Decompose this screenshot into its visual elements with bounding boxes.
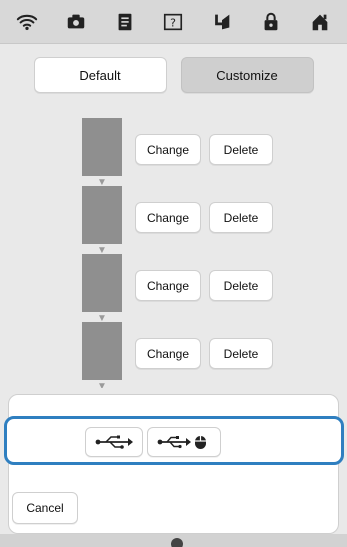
step-row: ▼ Change Delete <box>0 254 347 326</box>
delete-button[interactable]: Delete <box>209 202 273 233</box>
change-button[interactable]: Change <box>135 134 201 165</box>
thread-icon[interactable] <box>205 7 239 37</box>
wifi-icon[interactable] <box>10 7 44 37</box>
usb-button[interactable] <box>85 427 143 457</box>
delete-button[interactable]: Delete <box>209 338 273 369</box>
svg-text:?: ? <box>171 16 177 29</box>
document-icon[interactable] <box>108 7 142 37</box>
step-row: ▼ Change Delete <box>0 322 347 388</box>
usb-mouse-button[interactable] <box>147 427 221 457</box>
usb-selection-highlight <box>4 416 344 465</box>
top-toolbar: ? <box>0 0 347 44</box>
step-swatch <box>82 118 122 176</box>
mode-button-row: Default Customize <box>0 44 347 106</box>
customize-button[interactable]: Customize <box>180 57 314 93</box>
lock-icon[interactable] <box>254 7 288 37</box>
delete-button[interactable]: Delete <box>209 134 273 165</box>
step-list: ▼ Change Delete ▼ Change Delete ▼ Change… <box>0 118 347 388</box>
change-button[interactable]: Change <box>135 270 201 301</box>
camera-icon[interactable] <box>59 7 93 37</box>
down-arrow-icon: ▼ <box>97 381 107 389</box>
delete-button[interactable]: Delete <box>209 270 273 301</box>
home-icon[interactable] <box>303 7 337 37</box>
usb-mouse-icon <box>157 436 206 449</box>
screen: ? Default Customize ▼ Change Delete ▼ Ch… <box>0 0 347 547</box>
status-icon <box>171 538 183 547</box>
usb-icon <box>95 435 133 449</box>
default-button[interactable]: Default <box>33 57 167 93</box>
change-button[interactable]: Change <box>135 338 201 369</box>
cancel-button[interactable]: Cancel <box>12 492 78 524</box>
step-swatch <box>82 186 122 244</box>
change-button[interactable]: Change <box>135 202 201 233</box>
step-row: ▼ Change Delete <box>0 118 347 190</box>
step-swatch <box>82 322 122 380</box>
step-swatch <box>82 254 122 312</box>
help-icon[interactable]: ? <box>156 7 190 37</box>
step-row: ▼ Change Delete <box>0 186 347 258</box>
